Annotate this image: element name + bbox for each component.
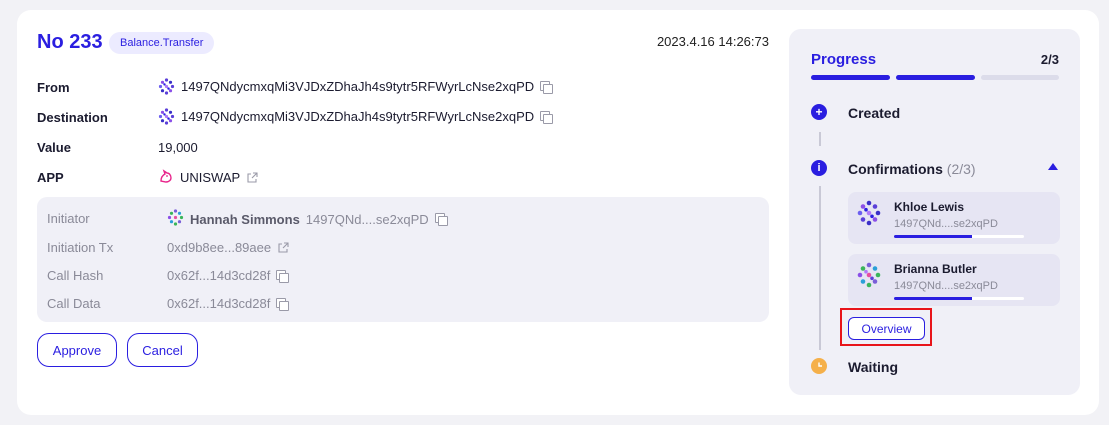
initiation-tx-value: 0xd9b8ee...89aee (167, 240, 289, 255)
confirmations-count: (2/3) (946, 161, 976, 177)
timeline-connector (819, 186, 821, 350)
signer-avatar-icon (856, 262, 882, 293)
highlight-box (840, 308, 932, 346)
signer-card: Brianna Butler 1497QNd....se2xqPD (848, 254, 1060, 306)
created-plus-icon: + (811, 104, 827, 120)
initiation-tx-label: Initiation Tx (47, 240, 114, 255)
confirmations-info-icon: i (811, 160, 827, 176)
uniswap-unicorn-icon (158, 168, 174, 187)
progress-segment-3 (981, 75, 1059, 80)
from-label: From (37, 80, 70, 95)
app-label: APP (37, 170, 64, 185)
initiator-name: Hannah Simmons (190, 211, 300, 227)
progress-count: 2/3 (1040, 52, 1059, 67)
timestamp: 2023.4.16 14:26:73 (656, 34, 769, 49)
signer-avatar-icon (856, 200, 882, 231)
step-waiting: Waiting (848, 359, 899, 375)
step-confirmations: Confirmations (2/3) (848, 161, 976, 177)
initiation-tx-hash: 0xd9b8ee...89aee (167, 240, 272, 255)
call-hash-text: 0x62f...14d3cd28f (167, 268, 271, 283)
call-hash-label: Call Hash (47, 268, 104, 283)
external-link-icon[interactable] (246, 171, 258, 184)
initiator-address: 1497QNd....se2xqPD (305, 211, 429, 227)
value-text: 19,000 (158, 140, 198, 155)
signer-card: Khloe Lewis 1497QNd....se2xqPD (848, 192, 1060, 244)
initiator-value: Hannah Simmons 1497QNd....se2xqPD (167, 209, 448, 229)
signer-address: 1497QNd....se2xqPD (894, 218, 998, 230)
call-data-value: 0x62f...14d3cd28f (167, 296, 290, 311)
call-data-text: 0x62f...14d3cd28f (167, 296, 271, 311)
collapse-caret-icon[interactable] (1048, 163, 1058, 170)
timeline-connector (819, 132, 821, 146)
signer-name: Brianna Butler (894, 262, 977, 276)
value-amount: 19,000 (158, 140, 198, 155)
signer-progress-bar (894, 235, 1024, 238)
approve-button[interactable]: Approve (37, 333, 117, 367)
copy-icon[interactable] (540, 80, 554, 94)
from-value: 1497QNdycmxqMi3VJDxZDhaJh4s9tytr5RFWyrLc… (158, 78, 554, 95)
progress-title: Progress (811, 51, 877, 68)
cancel-button[interactable]: Cancel (127, 333, 198, 367)
confirmations-label: Confirmations (848, 161, 943, 177)
destination-address: 1497QNdycmxqMi3VJDxZDhaJh4s9tytr5RFWyrLc… (181, 109, 535, 124)
progress-segment-2 (896, 75, 975, 80)
from-address: 1497QNdycmxqMi3VJDxZDhaJh4s9tytr5RFWyrLc… (181, 79, 535, 94)
copy-icon[interactable] (276, 269, 290, 283)
signer-progress-bar (894, 297, 1024, 300)
transaction-number: No 233 (37, 31, 103, 53)
copy-icon[interactable] (434, 213, 448, 226)
call-hash-value: 0x62f...14d3cd28f (167, 268, 290, 283)
app-name: UNISWAP (180, 170, 241, 185)
address-identicon-icon (158, 78, 175, 95)
initiator-label: Initiator (47, 211, 90, 226)
address-identicon-icon (158, 108, 175, 125)
progress-segment-1 (811, 75, 890, 80)
signer-name: Khloe Lewis (894, 200, 965, 214)
call-data-label: Call Data (47, 296, 101, 311)
value-label: Value (37, 140, 71, 155)
step-created: Created (848, 105, 901, 121)
copy-icon[interactable] (276, 297, 290, 311)
app-value: UNISWAP (158, 168, 258, 187)
copy-icon[interactable] (540, 110, 554, 124)
initiator-avatar-icon (167, 209, 184, 229)
destination-value: 1497QNdycmxqMi3VJDxZDhaJh4s9tytr5RFWyrLc… (158, 108, 554, 125)
destination-label: Destination (37, 110, 108, 125)
method-badge: Balance.Transfer (109, 32, 215, 54)
external-link-icon[interactable] (277, 241, 289, 254)
signer-address: 1497QNd....se2xqPD (894, 280, 998, 292)
waiting-clock-icon (811, 358, 827, 374)
